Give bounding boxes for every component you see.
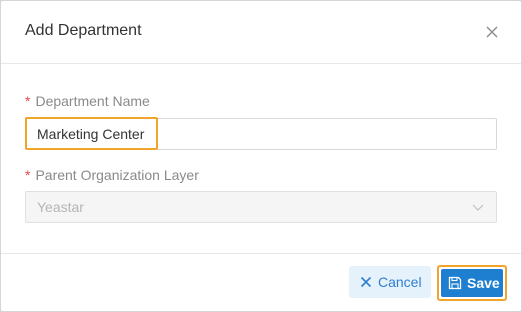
parent-layer-select[interactable]: Yeastar — [25, 191, 497, 223]
required-marker: * — [25, 93, 31, 109]
cancel-button[interactable]: Cancel — [349, 266, 431, 298]
department-name-input[interactable]: Marketing Center — [25, 118, 497, 150]
save-button-highlight: Save — [437, 265, 507, 301]
department-name-label: * Department Name — [25, 93, 150, 109]
required-marker: * — [25, 167, 31, 183]
add-department-dialog: Add Department * Department Name Marketin… — [0, 0, 522, 312]
save-button[interactable]: Save — [441, 269, 503, 297]
dialog-header: Add Department — [1, 1, 521, 64]
parent-layer-value: Yeastar — [37, 199, 84, 215]
department-name-value: Marketing Center — [37, 126, 145, 142]
save-label: Save — [467, 275, 500, 291]
chevron-down-icon — [472, 204, 484, 211]
close-icon — [360, 276, 372, 288]
save-icon — [448, 276, 462, 290]
dialog-footer: Cancel Save — [1, 253, 521, 312]
department-name-label-text: Department Name — [35, 93, 150, 109]
cancel-label: Cancel — [378, 274, 422, 290]
parent-layer-label: * Parent Organization Layer — [25, 167, 199, 183]
parent-layer-label-text: Parent Organization Layer — [35, 167, 199, 183]
close-button[interactable] — [483, 23, 501, 41]
close-icon — [486, 26, 498, 38]
dialog-title: Add Department — [25, 22, 142, 39]
